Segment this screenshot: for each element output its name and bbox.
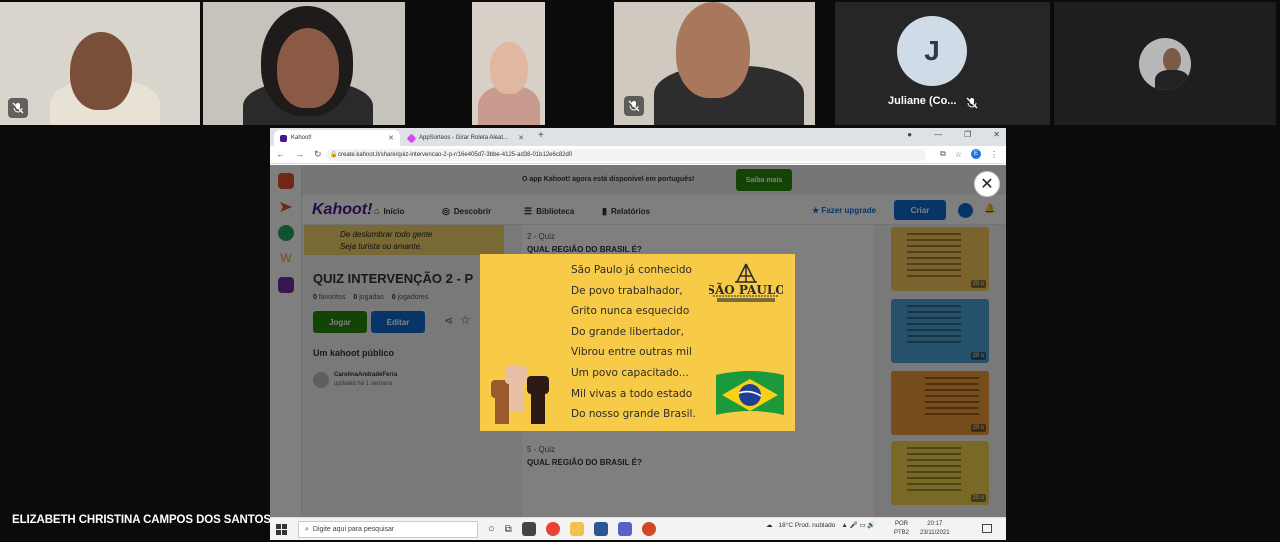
word-icon[interactable] [593,522,608,536]
participant-face [70,32,132,110]
address-bar: ← → ↻ 🔒 create.kahoot.it/share/quiz-inte… [270,146,1006,164]
active-speaker-name: ELIZABETH CHRISTINA CAMPOS DOS SANTOS [12,514,271,526]
participant-face [676,2,750,98]
new-tab-button[interactable]: + [538,130,544,141]
kahoot-favicon-icon [280,134,287,142]
lang-top: POR [895,521,909,527]
poem-line: Vibrou entre outras mil [571,346,692,359]
sao-paulo-logo: SÃO PAULO [709,263,783,302]
tab-kahoot[interactable]: Kahoot! ✕ [274,130,400,146]
participant-tile-4[interactable] [614,2,815,125]
windows-start-icon[interactable] [276,524,287,535]
chrome-icon[interactable] [545,522,560,536]
forward-icon[interactable]: → [295,149,304,160]
bookmark-star-icon[interactable]: ☆ [955,150,962,159]
avatar: J [897,16,967,86]
taskbar-clock[interactable]: 20:17 23/11/2021 [920,520,950,538]
poem-line: De povo trabalhador, [571,284,683,297]
poem-text: São Paulo já conhecido De povo trabalhad… [571,260,696,425]
participant-tile-3[interactable] [472,2,545,125]
close-tab-icon[interactable]: ✕ [518,134,524,142]
tab-appsorteos[interactable]: AppSorteos - Girar Roleta Aleat... ✕ [402,130,530,146]
explorer-icon[interactable] [569,522,584,536]
appsorteos-favicon-icon [406,133,417,143]
logo-text: SÃO PAULO [709,282,783,297]
profile-avatar[interactable]: E [971,149,981,159]
window-controls: ● — ❐ ✕ [907,130,1000,139]
maximize-icon[interactable]: ❐ [964,130,971,139]
nav-buttons: ← → ↻ [276,149,322,160]
weather-icon[interactable]: ☁ [766,521,773,529]
close-modal-button[interactable]: ✕ [974,171,1000,197]
mic-off-icon [8,98,28,118]
notifications-icon[interactable] [982,524,992,533]
language-indicator[interactable]: POR PTB2 [894,520,909,538]
browser-tab-bar: Kahoot! ✕ AppSorteos - Girar Roleta Alea… [270,128,1006,146]
teams-icon[interactable] [617,522,632,536]
clock-time: 20:17 [927,521,943,527]
translate-icon[interactable]: ⧉ [940,149,946,159]
back-icon[interactable]: ← [276,149,285,160]
reload-icon[interactable]: ↻ [314,149,322,160]
participant-name: Juliane (Co... [888,95,957,107]
minimize-icon[interactable]: — [934,130,942,139]
url-text: create.kahoot.it/share/quiz-intervencao-… [338,152,573,158]
url-input[interactable]: 🔒 create.kahoot.it/share/quiz-intervenca… [326,149,926,161]
mic-off-icon [962,93,982,113]
participant-face-skin [277,28,339,108]
search-icon: ⌕ [305,525,309,533]
weather-text[interactable]: 18°C Prod. nublado [779,522,836,529]
brazil-flag-icon [716,371,784,415]
tab-label: AppSorteos - Girar Roleta Aleat... [419,135,509,141]
tray-icons[interactable]: ▲ 🎤 ▭ 🔊 [841,521,875,529]
task-view-icon[interactable]: ⧉ [505,524,512,535]
raised-fists-icon [491,366,549,424]
poem-line: Do grande libertador, [571,325,684,338]
mic-off-icon [624,96,644,116]
menu-dots-icon[interactable]: ⋮ [990,150,998,159]
avatar [1139,38,1191,90]
windows-taskbar: ⌕ Digite aqui para pesquisar ○ ⧉ ☁ 18°C … [270,517,1006,540]
address-bar-actions: ⧉ ☆ E ⋮ [940,149,998,159]
store-icon[interactable] [521,522,536,536]
poem-line: Grito nunca esquecido [571,305,690,318]
poem-line: Um povo capacitado... [571,366,689,379]
account-icon[interactable]: ● [907,130,912,139]
search-placeholder: Digite aqui para pesquisar [312,526,395,533]
tab-label: Kahoot! [291,135,312,141]
cortana-icon[interactable]: ○ [488,523,495,535]
poem-line: São Paulo já conhecido [571,264,692,276]
video-call-stage: J Juliane (Co... Kahoot! ✕ AppSorteos - … [0,0,1280,542]
poem-image-card: São Paulo já conhecido De povo trabalhad… [480,254,795,431]
taskbar-apps: ○ ⧉ [488,522,656,536]
lang-bottom: PTB2 [894,530,910,536]
poem-line: Do nosso grande Brasil. [571,408,696,421]
system-tray: ☁ 18°C Prod. nublado ▲ 🎤 ▭ 🔊 [766,521,876,530]
lock-icon: 🔒 [330,152,338,158]
close-window-icon[interactable]: ✕ [993,130,1000,139]
participant-tile-2[interactable] [203,2,405,125]
close-tab-icon[interactable]: ✕ [388,134,394,142]
clock-date: 23/11/2021 [920,530,950,536]
powerpoint-icon[interactable] [641,522,656,536]
taskbar-search-input[interactable]: ⌕ Digite aqui para pesquisar [298,521,478,538]
poem-line: Mil vivas a todo estado [571,387,693,400]
participant-face [490,42,528,94]
participant-tile-1[interactable] [0,2,200,125]
